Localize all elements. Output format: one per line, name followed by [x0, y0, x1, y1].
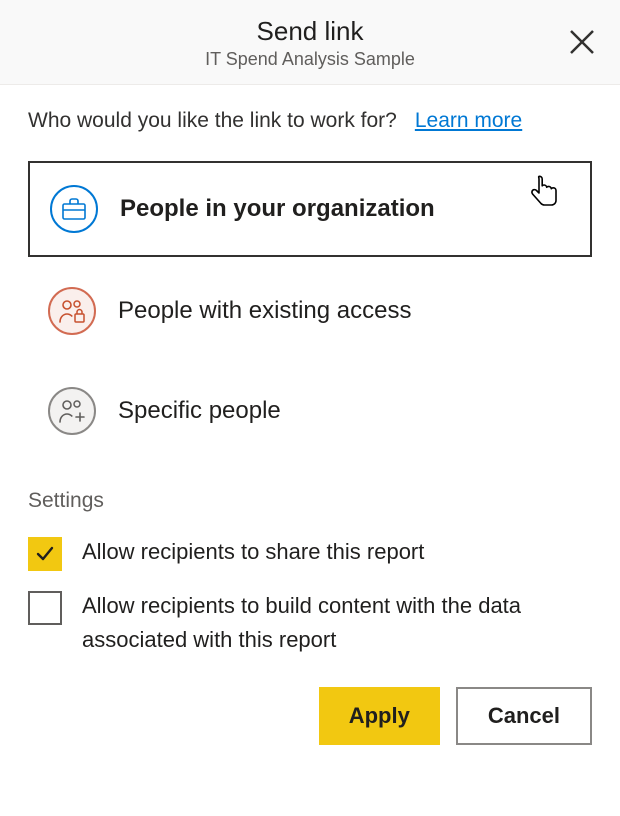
- prompt-row: Who would you like the link to work for?…: [28, 109, 592, 133]
- close-icon: [569, 29, 595, 55]
- dialog-title: Send link: [24, 16, 596, 47]
- learn-more-link[interactable]: Learn more: [415, 109, 522, 133]
- prompt-text: Who would you like the link to work for?: [28, 109, 397, 133]
- cursor-hand-icon: [526, 173, 562, 218]
- option-people-in-organization[interactable]: People in your organization: [28, 161, 592, 257]
- option-label: People with existing access: [118, 297, 411, 325]
- option-label: People in your organization: [120, 195, 435, 223]
- people-lock-icon: [48, 287, 96, 335]
- checkbox-allow-share[interactable]: [28, 537, 62, 571]
- settings-heading: Settings: [28, 489, 592, 513]
- option-label: Specific people: [118, 397, 281, 425]
- check-icon: [34, 543, 56, 565]
- option-people-existing-access[interactable]: People with existing access: [28, 265, 592, 357]
- apply-button[interactable]: Apply: [319, 687, 440, 745]
- checkbox-row-allow-build: Allow recipients to build content with t…: [28, 589, 592, 657]
- people-add-icon: [48, 387, 96, 435]
- close-button[interactable]: [564, 24, 600, 60]
- dialog-subtitle: IT Spend Analysis Sample: [24, 49, 596, 70]
- dialog-header: Send link IT Spend Analysis Sample: [0, 0, 620, 85]
- checkbox-row-allow-share: Allow recipients to share this report: [28, 535, 592, 571]
- briefcase-icon: [50, 185, 98, 233]
- button-row: Apply Cancel: [28, 687, 592, 745]
- option-specific-people[interactable]: Specific people: [28, 365, 592, 457]
- dialog-content: Who would you like the link to work for?…: [0, 85, 620, 773]
- cancel-button[interactable]: Cancel: [456, 687, 592, 745]
- checkbox-label: Allow recipients to share this report: [82, 535, 424, 569]
- checkbox-allow-build[interactable]: [28, 591, 62, 625]
- checkbox-label: Allow recipients to build content with t…: [82, 589, 592, 657]
